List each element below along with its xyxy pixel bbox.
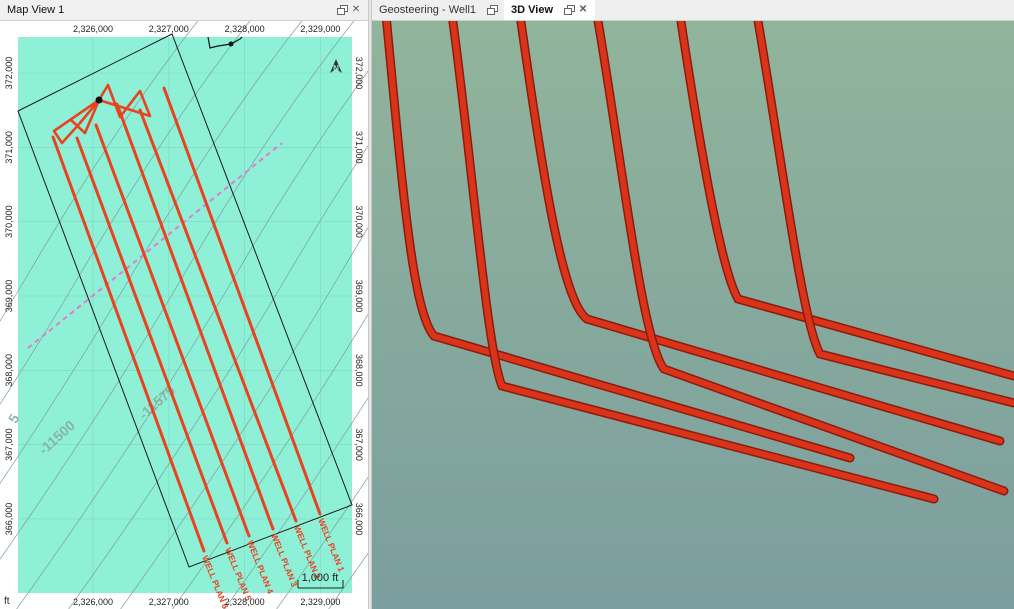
y-tick-label-right: 371,000 <box>354 131 364 164</box>
map-view-tabbar: Map View 1 ✕ <box>0 0 368 21</box>
y-tick-label-left: 366,000 <box>4 503 14 536</box>
restore-icon[interactable] <box>563 4 576 16</box>
y-tick-label-left: 370,000 <box>4 205 14 238</box>
restore-icon[interactable] <box>336 4 348 16</box>
y-tick-label-left: 368,000 <box>4 354 14 387</box>
y-tick-label-right: 368,000 <box>354 354 364 387</box>
x-tick-label-bottom: 2,327,000 <box>149 597 189 607</box>
x-tick-label-top: 2,326,000 <box>73 24 113 34</box>
x-tick-label-top: 2,329,000 <box>300 24 340 34</box>
three-d-view-panel: Geosteering - Well1 3D View ✕ <box>372 0 1014 609</box>
north-label: N <box>333 64 339 73</box>
map-canvas[interactable]: -11500 -11575 5 WELL PLAN 1 WELL PLAN 2 WELL… <box>0 21 368 609</box>
y-tick-label-right: 369,000 <box>354 280 364 313</box>
y-tick-label-right: 367,000 <box>354 428 364 461</box>
y-tick-label-right: 370,000 <box>354 205 364 238</box>
x-tick-label-top: 2,327,000 <box>149 24 189 34</box>
map-view-panel: Map View 1 ✕ -11500 -11575 5 WELL PLAN 1 WE… <box>0 0 369 609</box>
y-tick-label-left: 367,000 <box>4 428 14 461</box>
three-d-canvas[interactable] <box>372 21 1014 609</box>
units-label: ft <box>4 596 10 607</box>
tab-map-view-1[interactable]: Map View 1 ✕ <box>0 0 368 20</box>
right-tabbar: Geosteering - Well1 3D View ✕ <box>372 0 1014 21</box>
surface-location-marker[interactable] <box>95 96 103 104</box>
scale-bar-label: 1,000 ft <box>302 572 339 584</box>
map-plot[interactable]: -11500-115755 WELL PLAN 1WELL PLAN 2WELL… <box>0 21 368 609</box>
three-d-scene[interactable] <box>372 21 1014 609</box>
y-tick-label-left: 372,000 <box>4 57 14 90</box>
close-icon[interactable]: ✕ <box>577 4 589 16</box>
restore-icon[interactable] <box>486 4 499 16</box>
x-tick-label-top: 2,328,000 <box>225 24 265 34</box>
y-tick-label-right: 366,000 <box>354 503 364 536</box>
y-tick-label-left: 369,000 <box>4 280 14 313</box>
y-tick-label-right: 372,000 <box>354 57 364 90</box>
x-tick-label-bottom: 2,329,000 <box>300 597 340 607</box>
tab-geosteering-well1[interactable]: Geosteering - Well1 <box>372 0 504 20</box>
x-tick-label-bottom: 2,326,000 <box>73 597 113 607</box>
y-tick-label-left: 371,000 <box>4 131 14 164</box>
tab-3d-view-label: 3D View <box>511 4 554 16</box>
tab-3d-view[interactable]: 3D View ✕ <box>504 0 596 20</box>
tab-map-view-1-label: Map View 1 <box>7 4 65 16</box>
x-tick-label-bottom: 2,328,000 <box>225 597 265 607</box>
tab-geosteering-label: Geosteering - Well1 <box>379 4 477 16</box>
close-icon[interactable]: ✕ <box>350 4 362 16</box>
